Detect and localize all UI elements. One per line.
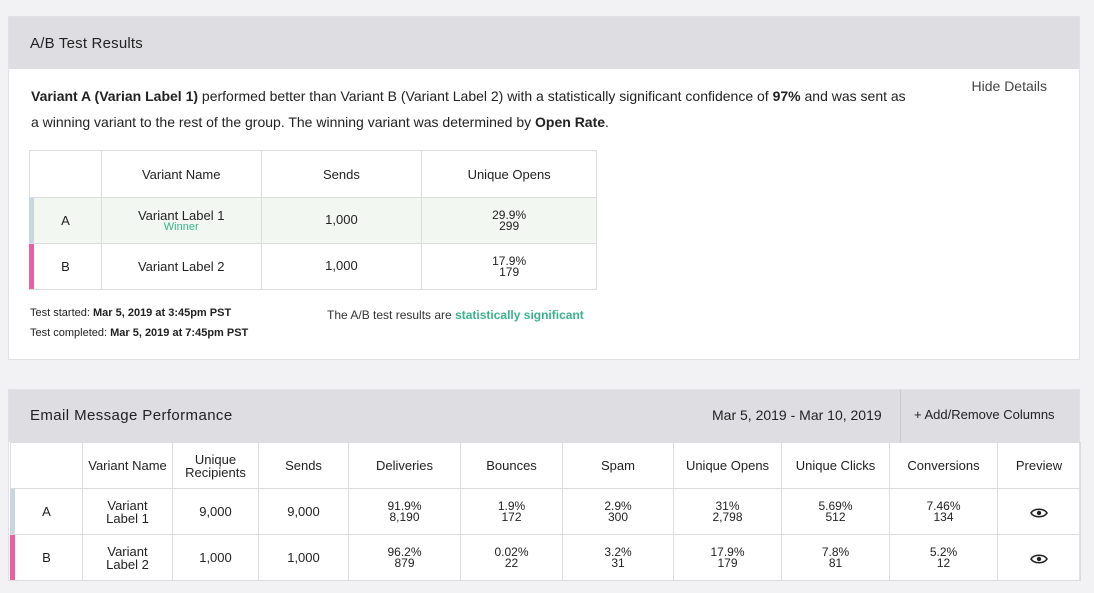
header-empty [10, 442, 83, 489]
recipients-value: 1,000 [172, 534, 259, 581]
perf-header: Email Message Performance Mar 5, 2019 - … [9, 390, 1079, 442]
winner-tag: Winner [163, 221, 199, 233]
conversions-value: 7.46% 134 [889, 488, 998, 535]
significance-note: The A/B test results are statistically s… [327, 308, 584, 322]
table-row: A Variant Label 1 Winner 1,000 29.9% 299 [29, 197, 597, 244]
header-spam: Spam [562, 442, 674, 489]
ab-test-results-panel: A/B Test Results Variant A (Varian Label… [8, 16, 1080, 360]
header-variant-name: Variant Name [100, 150, 262, 198]
winner-variant: Variant A (Varian Label 1) [31, 88, 199, 104]
confidence-value: 97% [772, 88, 801, 104]
winning-metric: Open Rate [535, 114, 606, 130]
header-empty [29, 150, 102, 198]
unique-opens-value: 29.9% 299 [421, 197, 597, 244]
variant-key: A [10, 488, 83, 535]
header-divider [900, 390, 901, 442]
hide-details-link[interactable]: Hide Details [972, 78, 1047, 94]
variant-key: B [29, 243, 102, 290]
unique-clicks-value: 7.8% 81 [781, 534, 890, 581]
preview-cell [997, 534, 1081, 581]
unique-opens-value: 31% 2,798 [673, 488, 782, 535]
header-bounces: Bounces [460, 442, 563, 489]
deliveries-value: 96.2% 879 [348, 534, 461, 581]
variant-b-color-bar [10, 535, 15, 580]
ab-summary: Variant A (Varian Label 1) performed bet… [31, 88, 906, 130]
header-preview: Preview [997, 442, 1081, 489]
eye-icon[interactable] [1030, 553, 1048, 565]
ab-results-table: Variant Name Sends Unique Opens A Varian… [29, 150, 597, 290]
table-row: A Variant Label 1 9,000 9,000 91.9% 8,190… [10, 488, 1081, 535]
significance-value: statistically significant [455, 308, 584, 322]
preview-cell [997, 488, 1081, 535]
spam-value: 3.2% 31 [562, 534, 674, 581]
header-sends: Sends [258, 442, 349, 489]
ab-panel-title: A/B Test Results [9, 17, 1079, 69]
date-range[interactable]: Mar 5, 2019 - Mar 10, 2019 [712, 407, 882, 423]
sends-value: 1,000 [260, 243, 423, 290]
sends-value: 1,000 [258, 534, 349, 581]
test-started: Test started: Mar 5, 2019 at 3:45pm PST [30, 307, 232, 319]
variant-a-color-bar [10, 489, 15, 534]
variant-a-color-bar [29, 198, 34, 243]
header-deliveries: Deliveries [348, 442, 461, 489]
table-row: B Variant Label 2 1,000 1,000 96.2% 879 0… [10, 534, 1081, 581]
table-row: B Variant Label 2 1,000 17.9% 179 [29, 243, 597, 290]
unique-opens-value: 17.9% 179 [421, 243, 597, 290]
add-remove-columns-button[interactable]: + Add/Remove Columns [914, 407, 1055, 422]
sends-value: 1,000 [260, 197, 423, 244]
variant-name: Variant Label 1 [82, 488, 173, 535]
conversions-value: 5.2% 12 [889, 534, 998, 581]
bounces-value: 1.9% 172 [460, 488, 563, 535]
eye-icon[interactable] [1030, 507, 1048, 519]
variant-key: B [10, 534, 83, 581]
header-unique-recipients: Unique Recipients [172, 442, 259, 489]
header-unique-clicks: Unique Clicks [781, 442, 890, 489]
header-variant-name: Variant Name [82, 442, 173, 489]
performance-table: Variant Name Unique Recipients Sends Del… [10, 442, 1081, 581]
variant-name: Variant Label 1 Winner [100, 197, 262, 244]
variant-name: Variant Label 2 [82, 534, 173, 581]
test-completed: Test completed: Mar 5, 2019 at 7:45pm PS… [30, 327, 249, 339]
variant-name: Variant Label 2 [100, 243, 262, 290]
header-conversions: Conversions [889, 442, 998, 489]
unique-opens-value: 17.9% 179 [673, 534, 782, 581]
variant-key: A [29, 197, 102, 244]
spam-value: 2.9% 300 [562, 488, 674, 535]
header-sends: Sends [260, 150, 423, 198]
variant-b-color-bar [29, 244, 34, 289]
email-performance-panel: Email Message Performance Mar 5, 2019 - … [8, 389, 1081, 581]
header-unique-opens: Unique Opens [673, 442, 782, 489]
unique-clicks-value: 5.69% 512 [781, 488, 890, 535]
recipients-value: 9,000 [172, 488, 259, 535]
sends-value: 9,000 [258, 488, 349, 535]
perf-panel-title: Email Message Performance [30, 407, 233, 424]
header-unique-opens: Unique Opens [421, 150, 597, 198]
deliveries-value: 91.9% 8,190 [348, 488, 461, 535]
bounces-value: 0.02% 22 [460, 534, 563, 581]
